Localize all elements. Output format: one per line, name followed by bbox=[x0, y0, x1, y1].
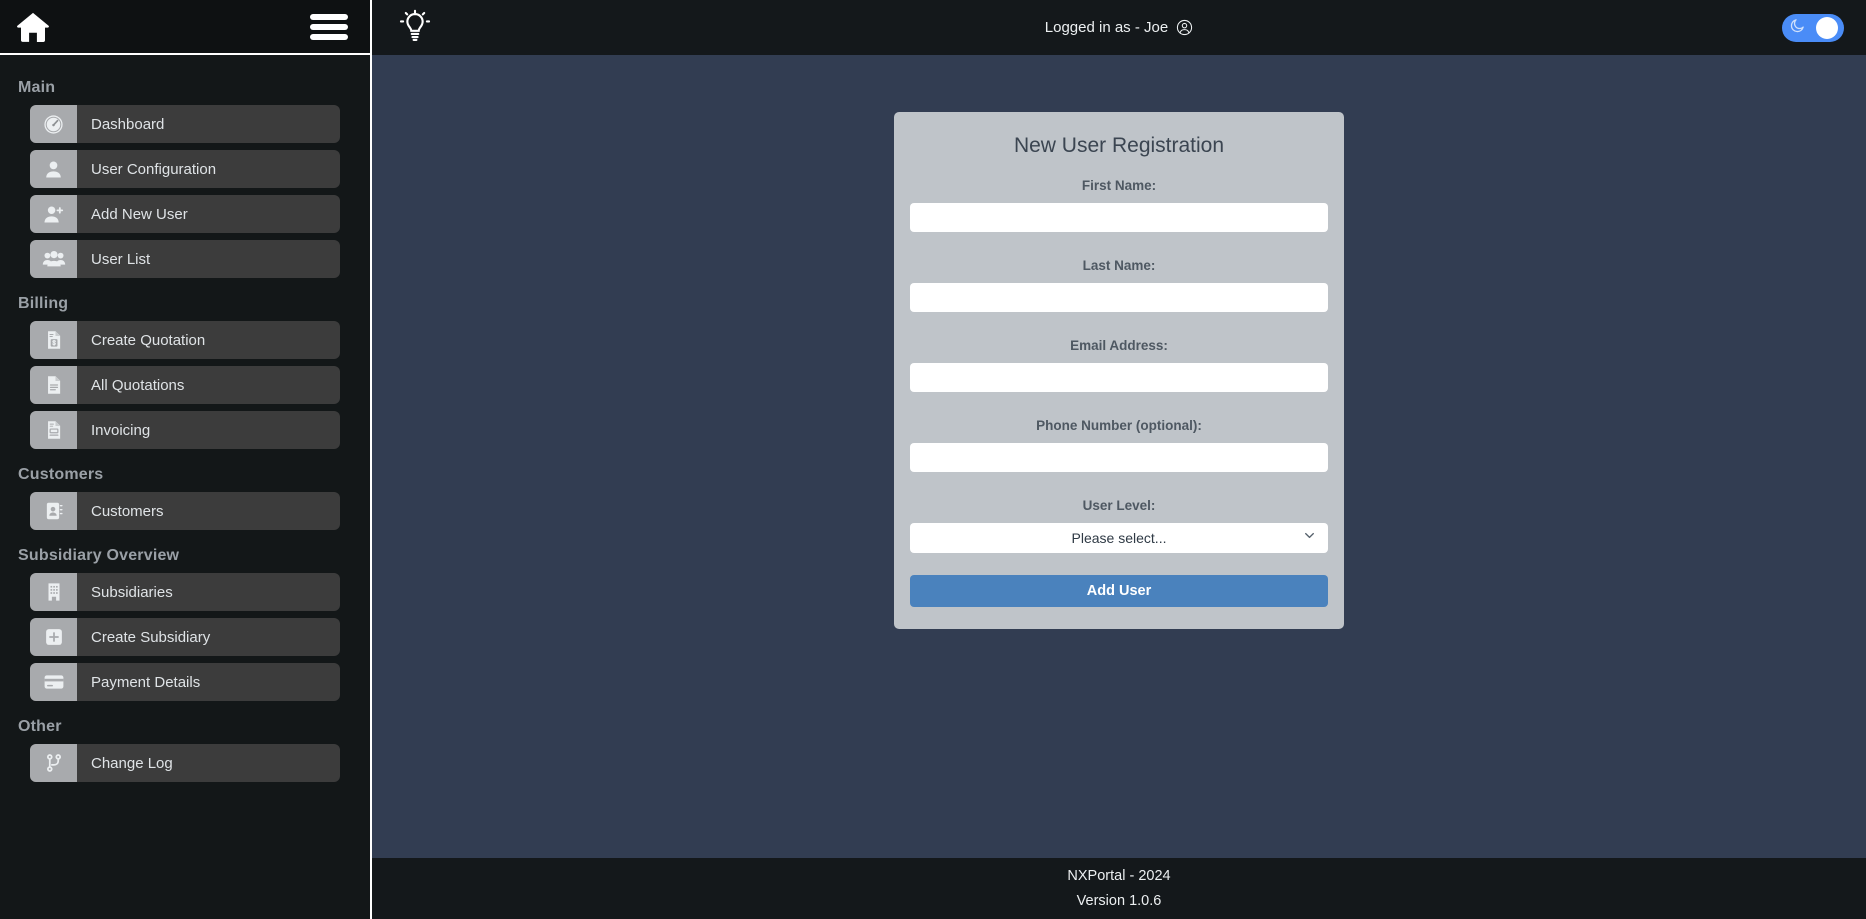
hamburger-bar bbox=[310, 23, 348, 30]
main-column: Logged in as - Joe New User Registration… bbox=[372, 0, 1866, 919]
app-root: Main Dashboard User Configuration Add Ne… bbox=[0, 0, 1866, 919]
sidebar-item-label: User List bbox=[91, 250, 151, 268]
hamburger-bar bbox=[310, 33, 348, 40]
plus-square-icon bbox=[30, 618, 77, 656]
sidebar-section-title-customers: Customers bbox=[18, 466, 104, 483]
git-branch-icon bbox=[30, 744, 77, 782]
last-name-input[interactable] bbox=[910, 283, 1328, 312]
sidebar-item-label: Dashboard bbox=[91, 115, 165, 133]
user-plus-icon bbox=[30, 195, 77, 233]
document-dollar-icon bbox=[30, 321, 77, 359]
sidebar-item-label: Customers bbox=[91, 502, 164, 520]
sidebar-item-add-new-user[interactable]: Add New User bbox=[30, 195, 340, 233]
add-user-button[interactable]: Add User bbox=[910, 575, 1328, 607]
footer-version: Version 1.0.6 bbox=[1076, 893, 1162, 909]
login-status: Logged in as - Joe bbox=[372, 19, 1866, 36]
phone-number-input[interactable] bbox=[910, 443, 1328, 472]
sidebar-item-user-configuration[interactable]: User Configuration bbox=[30, 150, 340, 188]
user-icon bbox=[30, 150, 77, 188]
last-name-label: Last Name: bbox=[1082, 258, 1156, 273]
sidebar-item-all-quotations[interactable]: All Quotations bbox=[30, 366, 340, 404]
sidebar-section-title-subsidiary-overview: Subsidiary Overview bbox=[18, 547, 180, 564]
sidebar-item-user-list[interactable]: User List bbox=[30, 240, 340, 278]
hamburger-menu-icon[interactable] bbox=[310, 13, 348, 40]
users-group-icon bbox=[30, 240, 77, 278]
gauge-icon bbox=[30, 105, 77, 143]
user-level-select[interactable]: Please select... bbox=[910, 523, 1328, 553]
phone-number-label: Phone Number (optional): bbox=[1036, 418, 1202, 433]
sidebar-section-title-main: Main bbox=[18, 79, 56, 96]
home-icon[interactable] bbox=[14, 9, 52, 45]
toggle-knob bbox=[1816, 16, 1838, 39]
sidebar-item-change-log[interactable]: Change Log bbox=[30, 744, 340, 782]
sidebar-item-label: Create Subsidiary bbox=[91, 628, 211, 646]
user-level-select-wrapper: Please select... bbox=[910, 523, 1328, 553]
sidebar-item-label: Add New User bbox=[91, 205, 188, 223]
sidebar-item-label: Payment Details bbox=[91, 673, 201, 691]
sidebar-item-create-subsidiary[interactable]: Create Subsidiary bbox=[30, 618, 340, 656]
sidebar-item-create-quotation[interactable]: Create Quotation bbox=[30, 321, 340, 359]
sidebar-item-label: Create Quotation bbox=[91, 331, 206, 349]
credit-card-icon bbox=[30, 663, 77, 701]
sidebar-item-payment-details[interactable]: Payment Details bbox=[30, 663, 340, 701]
sidebar-nav: Main Dashboard User Configuration Add Ne… bbox=[0, 55, 370, 789]
lightbulb-icon[interactable] bbox=[398, 9, 432, 47]
sidebar-item-label: Invoicing bbox=[91, 421, 151, 439]
sidebar-item-subsidiaries[interactable]: Subsidiaries bbox=[30, 573, 340, 611]
document-lines-icon bbox=[30, 366, 77, 404]
content-area: New User Registration First Name: Last N… bbox=[372, 55, 1866, 858]
first-name-label: First Name: bbox=[1081, 178, 1157, 193]
top-bar: Logged in as - Joe bbox=[372, 0, 1866, 55]
login-status-text: Logged in as - Joe bbox=[1044, 19, 1169, 36]
sidebar: Main Dashboard User Configuration Add Ne… bbox=[0, 0, 372, 919]
page-title: New User Registration bbox=[1013, 134, 1225, 157]
dark-mode-toggle[interactable] bbox=[1782, 13, 1844, 42]
sidebar-header bbox=[0, 0, 370, 55]
sidebar-section-title-other: Other bbox=[18, 718, 62, 735]
sidebar-item-customers[interactable]: Customers bbox=[30, 492, 340, 530]
email-address-input[interactable] bbox=[910, 363, 1328, 392]
user-circle-icon bbox=[1176, 19, 1193, 36]
sidebar-section-title-billing: Billing bbox=[18, 295, 69, 312]
building-icon bbox=[30, 573, 77, 611]
footer-copyright: NXPortal - 2024 bbox=[1067, 868, 1171, 884]
user-level-selected-value: Please select... bbox=[1071, 530, 1167, 546]
sidebar-item-invoicing[interactable]: Invoicing bbox=[30, 411, 340, 449]
sidebar-item-label: All Quotations bbox=[91, 376, 185, 394]
hamburger-bar bbox=[310, 13, 348, 20]
sidebar-item-label: Change Log bbox=[91, 754, 173, 772]
moon-icon bbox=[1789, 17, 1806, 39]
footer: NXPortal - 2024 Version 1.0.6 bbox=[372, 858, 1866, 919]
email-address-label: Email Address: bbox=[1070, 338, 1168, 353]
sidebar-item-dashboard[interactable]: Dashboard bbox=[30, 105, 340, 143]
first-name-input[interactable] bbox=[910, 203, 1328, 232]
sidebar-item-label: Subsidiaries bbox=[91, 583, 173, 601]
contact-book-icon bbox=[30, 492, 77, 530]
invoice-icon bbox=[30, 411, 77, 449]
new-user-registration-card: New User Registration First Name: Last N… bbox=[894, 112, 1344, 629]
sidebar-item-label: User Configuration bbox=[91, 160, 217, 178]
user-level-label: User Level: bbox=[1082, 498, 1156, 513]
